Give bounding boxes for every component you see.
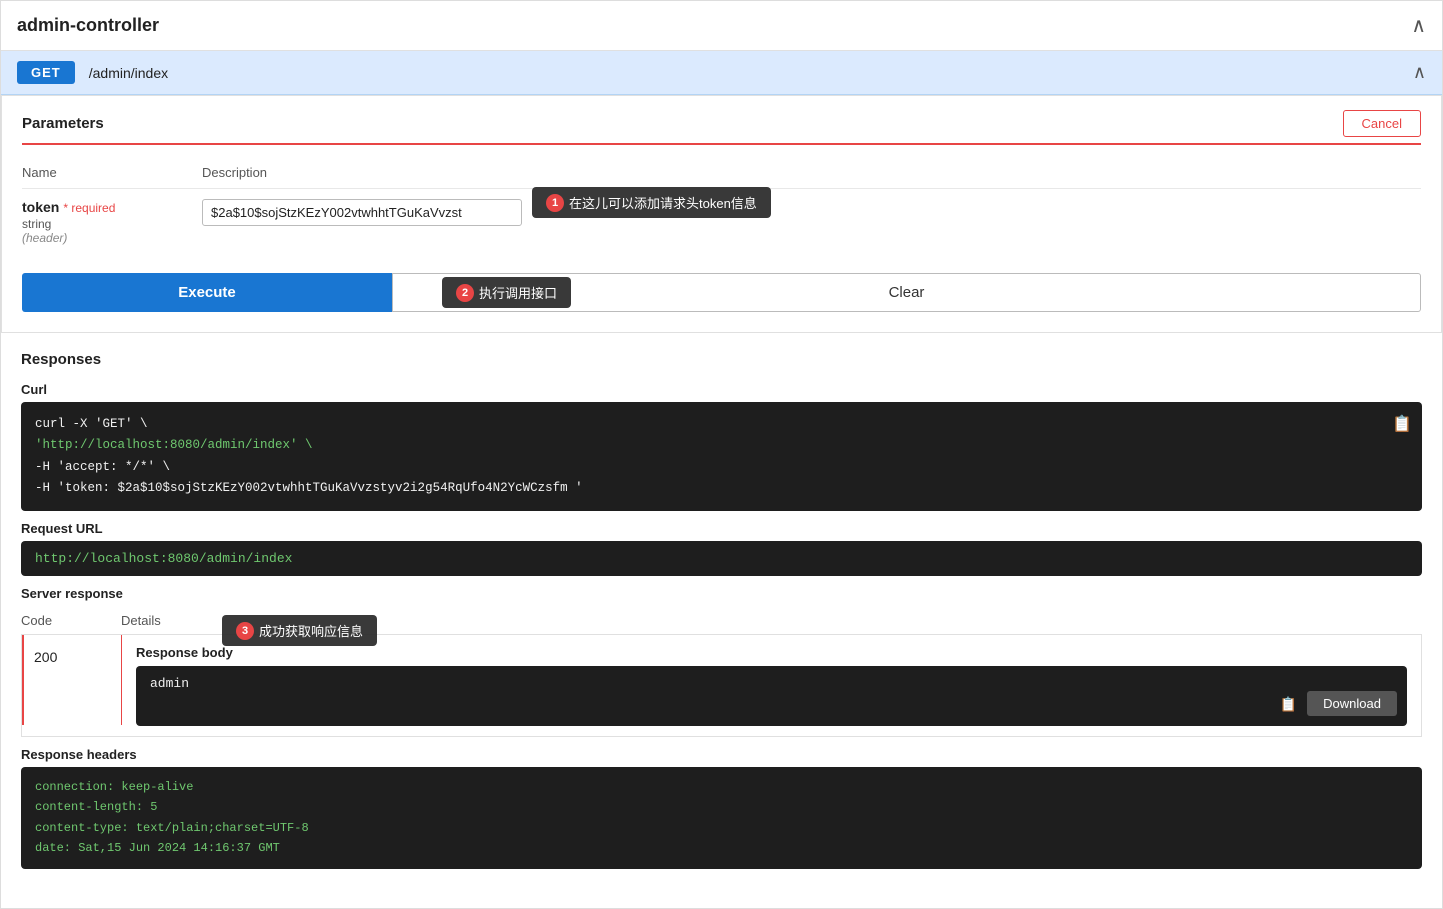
method-badge: GET <box>17 61 75 84</box>
endpoint-chevron-icon[interactable]: ∧ <box>1413 62 1426 83</box>
response-body-copy-icon[interactable]: 📋 <box>1280 697 1297 714</box>
response-headers-section: Response headers connection: keep-alive … <box>21 747 1422 869</box>
responses-section: Responses Curl curl -X 'GET' \ 'http://l… <box>1 333 1442 869</box>
response-body-label: Response body <box>136 645 1407 660</box>
action-row: Execute Clear 2 执行调用接口 <box>22 273 1421 312</box>
curl-section: Curl curl -X 'GET' \ 'http://localhost:8… <box>21 382 1422 511</box>
tooltip-3-text: 成功获取响应信息 <box>259 621 363 640</box>
cancel-button[interactable]: Cancel <box>1343 110 1421 137</box>
parameters-section: Parameters Cancel Name Description token… <box>1 95 1442 333</box>
response-body-code: admin 📋 Download <box>136 666 1407 726</box>
curl-code-block: curl -X 'GET' \ 'http://localhost:8080/a… <box>21 402 1422 511</box>
execute-button[interactable]: Execute <box>22 273 392 312</box>
response-row: 200 Response body admin 📋 Download 3 <box>21 635 1422 737</box>
download-button[interactable]: Download <box>1307 691 1397 716</box>
badge-3: 3 <box>236 622 254 640</box>
tooltip-3: 3 成功获取响应信息 <box>222 615 377 646</box>
response-header-line-2: content-length: 5 <box>35 797 1408 817</box>
download-label: Download <box>1323 696 1381 711</box>
responses-title: Responses <box>21 351 1422 368</box>
response-code: 200 <box>34 649 57 665</box>
title-bar: admin-controller ∧ <box>1 1 1442 51</box>
params-title: Parameters <box>22 115 104 132</box>
response-code-cell: 200 <box>22 635 122 725</box>
token-param-type: string <box>22 217 202 231</box>
response-header-line-3: content-type: text/plain;charset=UTF-8 <box>35 818 1408 838</box>
request-url-section: Request URL http://localhost:8080/admin/… <box>21 521 1422 576</box>
page-title: admin-controller <box>17 15 159 36</box>
code-header: Code <box>21 613 121 628</box>
token-param-meta: token* required string (header) <box>22 199 202 245</box>
token-param-location: (header) <box>22 231 202 245</box>
curl-line3: -H 'accept: */*' \ <box>35 460 170 474</box>
request-url-value: http://localhost:8080/admin/index <box>21 541 1422 576</box>
endpoint-row[interactable]: GET /admin/index ∧ <box>1 51 1442 95</box>
token-param-row: token* required string (header) 1 在这儿可以添… <box>22 188 1421 255</box>
curl-line4: -H 'token: $2a$10$sojStzKEzY002vtwhhtTGu… <box>35 481 583 495</box>
response-body-cell: Response body admin 📋 Download 3 成功获取响应信… <box>122 635 1421 736</box>
curl-line2: 'http://localhost:8080/admin/index' \ <box>35 438 313 452</box>
token-param-input[interactable] <box>202 199 522 226</box>
response-header-line-1: connection: keep-alive <box>35 777 1408 797</box>
curl-line1: curl -X 'GET' \ <box>35 417 148 431</box>
params-header: Parameters Cancel <box>22 96 1421 145</box>
param-table-header: Name Description <box>22 161 1421 188</box>
tooltip-2: 2 执行调用接口 <box>442 277 571 308</box>
curl-copy-icon[interactable]: 📋 <box>1392 412 1412 439</box>
curl-label: Curl <box>21 382 1422 397</box>
description-col-header: Description <box>202 165 1421 180</box>
request-url-label: Request URL <box>21 521 1422 536</box>
tooltip-2-text: 执行调用接口 <box>479 283 557 302</box>
badge-1: 1 <box>546 194 564 212</box>
endpoint-path: /admin/index <box>89 65 1413 81</box>
response-header-line-4: date: Sat,15 Jun 2024 14:16:37 GMT <box>35 838 1408 858</box>
token-param-name: token* required <box>22 199 115 215</box>
response-headers-code: connection: keep-alive content-length: 5… <box>21 767 1422 869</box>
tooltip-1-text: 在这儿可以添加请求头token信息 <box>569 193 757 212</box>
name-col-header: Name <box>22 165 202 180</box>
server-response-label: Server response <box>21 586 1422 601</box>
token-param-input-area: 1 在这儿可以添加请求头token信息 <box>202 199 1421 226</box>
collapse-icon[interactable]: ∧ <box>1411 13 1426 38</box>
response-headers-label: Response headers <box>21 747 1422 762</box>
page-container: admin-controller ∧ GET /admin/index ∧ Pa… <box>0 0 1443 909</box>
response-body-value: admin <box>150 676 189 691</box>
server-response-section: Server response Code Details 200 Respons… <box>21 586 1422 737</box>
tooltip-1: 1 在这儿可以添加请求头token信息 <box>532 187 771 218</box>
badge-2: 2 <box>456 284 474 302</box>
